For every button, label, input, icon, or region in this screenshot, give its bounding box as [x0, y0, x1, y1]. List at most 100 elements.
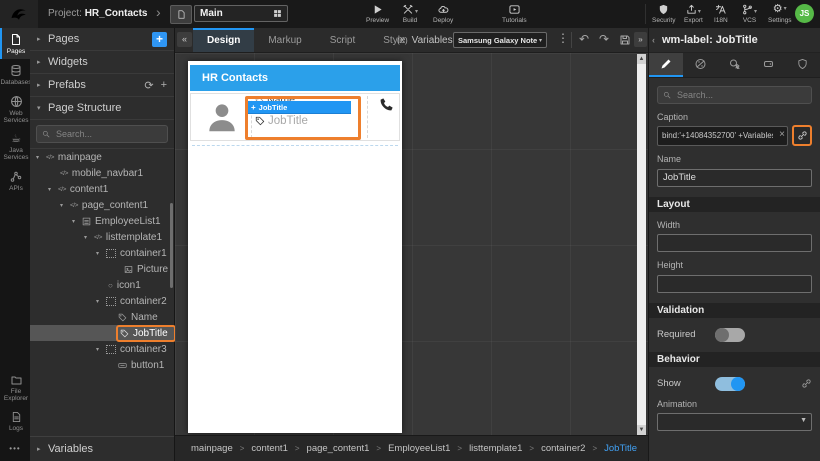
scroll-up-icon[interactable]: ▲ — [637, 54, 646, 64]
expand-icon[interactable]: ▾ — [96, 250, 106, 257]
device-selector[interactable]: Samsung Galaxy Note III ▾ — [453, 32, 547, 48]
canvas-body[interactable]: HR Contacts Name + JobTitle JobTitle ▲ ▼ — [175, 53, 648, 437]
scrollbar-thumb[interactable] — [637, 64, 646, 425]
breadcrumb-content1[interactable]: content1 — [251, 443, 287, 454]
rail-item-logs[interactable]: Logs — [0, 406, 30, 436]
tab-events[interactable] — [717, 53, 751, 77]
tab-design[interactable]: Design — [193, 28, 255, 52]
section-page-structure[interactable]: ▾ Page Structure — [30, 97, 174, 120]
tree-item-employeelist1[interactable]: ▾ EmployeeList1 — [30, 213, 174, 229]
phone-call-icon[interactable] — [378, 97, 394, 113]
refresh-icon[interactable]: ⟳ — [144, 79, 153, 92]
bind-property-button[interactable] — [792, 125, 812, 146]
rail-item-databases[interactable]: Databases — [0, 59, 32, 90]
breadcrumb-listtemplate1[interactable]: listtemplate1 — [469, 443, 522, 454]
more-toolbar-button[interactable]: » — [634, 32, 647, 47]
expand-icon[interactable]: ▾ — [36, 154, 46, 161]
preview-button[interactable]: Preview — [366, 3, 389, 24]
tree-item-content1[interactable]: ▾ </> content1 — [30, 181, 174, 197]
left-panel-scrollbar[interactable] — [170, 203, 173, 288]
width-input[interactable] — [657, 234, 812, 252]
section-variables[interactable]: ▸ Variables — [30, 436, 174, 461]
app-logo[interactable] — [0, 0, 38, 28]
i18n-button[interactable]: I18N — [714, 3, 728, 24]
tree-item-container3[interactable]: ▾ container3 — [30, 341, 174, 357]
tree-item-container1[interactable]: ▾ container1 — [30, 245, 174, 261]
redo-button[interactable]: ↷ — [599, 32, 609, 46]
jobtitle-label-widget[interactable]: JobTitle — [255, 115, 308, 127]
rail-item-apis[interactable]: APIs — [0, 165, 30, 196]
security-button[interactable]: Security — [652, 3, 675, 24]
structure-search-input[interactable] — [54, 128, 162, 140]
rail-item-java-services[interactable]: ☕ Java Services — [0, 128, 30, 165]
tab-device[interactable] — [752, 53, 786, 77]
expand-icon[interactable]: ▾ — [96, 298, 106, 305]
expand-icon[interactable]: ▾ — [72, 218, 82, 225]
bind-show-button[interactable] — [801, 378, 812, 389]
caption-input[interactable] — [657, 125, 788, 146]
tab-styles[interactable] — [683, 53, 717, 77]
tutorials-button[interactable]: Tutorials — [502, 3, 527, 24]
expand-icon[interactable]: ▾ — [84, 234, 94, 241]
drag-widget-badge[interactable]: + JobTitle — [247, 101, 351, 114]
collapse-left-panel-button[interactable]: « — [177, 32, 192, 47]
properties-search-input[interactable] — [675, 89, 806, 101]
export-button[interactable]: ▾ Export — [684, 3, 703, 24]
tree-item-mobile-navbar1[interactable]: </> mobile_navbar1 — [30, 165, 174, 181]
save-button[interactable] — [619, 34, 631, 46]
expand-icon[interactable]: ▾ — [48, 186, 58, 193]
more-options-icon[interactable]: ••• — [0, 436, 30, 461]
expand-icon[interactable]: ▾ — [96, 346, 106, 353]
list-item-template[interactable]: Name + JobTitle JobTitle — [190, 93, 400, 141]
section-pages[interactable]: ▸ Pages + — [30, 28, 174, 51]
rail-item-pages[interactable]: Pages — [0, 28, 30, 59]
show-toggle[interactable] — [715, 376, 745, 391]
vcs-button[interactable]: ▾ VCS — [742, 3, 757, 24]
tree-item-picture[interactable]: Picture — [30, 261, 174, 277]
build-button[interactable]: ▾ Build — [402, 3, 418, 24]
variables-menu-button[interactable]: (X) Variables ▾ — [397, 28, 460, 52]
breadcrumb-page-content1[interactable]: page_content1 — [307, 443, 370, 454]
section-widgets[interactable]: ▸ Widgets — [30, 51, 174, 74]
tab-markup[interactable]: Markup — [254, 28, 315, 52]
page-file-icon[interactable] — [170, 5, 192, 24]
undo-button[interactable]: ↶ — [579, 32, 589, 46]
tree-item-name[interactable]: Name — [30, 309, 174, 325]
user-avatar[interactable]: JS — [795, 4, 814, 23]
deploy-button[interactable]: Deploy — [433, 3, 453, 24]
breadcrumb-employeelist1[interactable]: EmployeeList1 — [388, 443, 450, 454]
animation-select[interactable] — [657, 413, 812, 431]
clear-binding-icon[interactable]: × — [779, 129, 785, 141]
add-page-button[interactable]: + — [152, 31, 167, 47]
tab-properties[interactable] — [649, 53, 684, 77]
name-input[interactable] — [657, 168, 812, 187]
tree-item-page-content1[interactable]: ▾ </> page_content1 — [30, 197, 174, 213]
tree-item-listtemplate1[interactable]: ▾ </> listtemplate1 — [30, 229, 174, 245]
height-input[interactable] — [657, 274, 812, 293]
panel-collapse-icon[interactable]: ‹ — [652, 28, 655, 52]
grid-icon[interactable] — [273, 9, 282, 18]
scroll-down-icon[interactable]: ▼ — [637, 425, 646, 435]
section-prefabs[interactable]: ▸ Prefabs ⟳ + — [30, 74, 174, 97]
page-tab-main[interactable]: Main — [194, 5, 288, 22]
tree-item-mainpage[interactable]: ▾ </> mainpage — [30, 149, 174, 165]
tree-item-icon1[interactable]: ○ icon1 — [30, 277, 174, 293]
breadcrumb-container2[interactable]: container2 — [541, 443, 585, 454]
breadcrumb-jobtitle[interactable]: JobTitle — [604, 443, 637, 454]
canvas-options-icon[interactable]: ⋮ — [557, 31, 569, 45]
tree-item-button1[interactable]: button1 — [30, 357, 174, 373]
tab-security[interactable] — [786, 53, 820, 77]
tree-item-jobtitle-selected[interactable]: JobTitle — [30, 324, 176, 342]
add-prefab-button[interactable]: + — [161, 79, 167, 91]
settings-button[interactable]: ⚙ ▾ Settings — [768, 3, 792, 24]
phone-preview[interactable]: HR Contacts Name + JobTitle JobTitle — [188, 61, 402, 433]
canvas-scrollbar[interactable]: ▲ ▼ — [637, 54, 646, 435]
expand-icon[interactable]: ▾ — [60, 202, 70, 209]
tree-item-container2[interactable]: ▾ container2 — [30, 293, 174, 309]
required-toggle[interactable] — [715, 327, 745, 342]
rail-item-file-explorer[interactable]: File Explorer — [0, 369, 30, 406]
app-navbar[interactable]: HR Contacts — [190, 65, 400, 91]
breadcrumb-mainpage[interactable]: mainpage — [191, 443, 233, 454]
tab-script[interactable]: Script — [316, 28, 370, 52]
rail-item-web-services[interactable]: Web Services — [0, 90, 30, 128]
